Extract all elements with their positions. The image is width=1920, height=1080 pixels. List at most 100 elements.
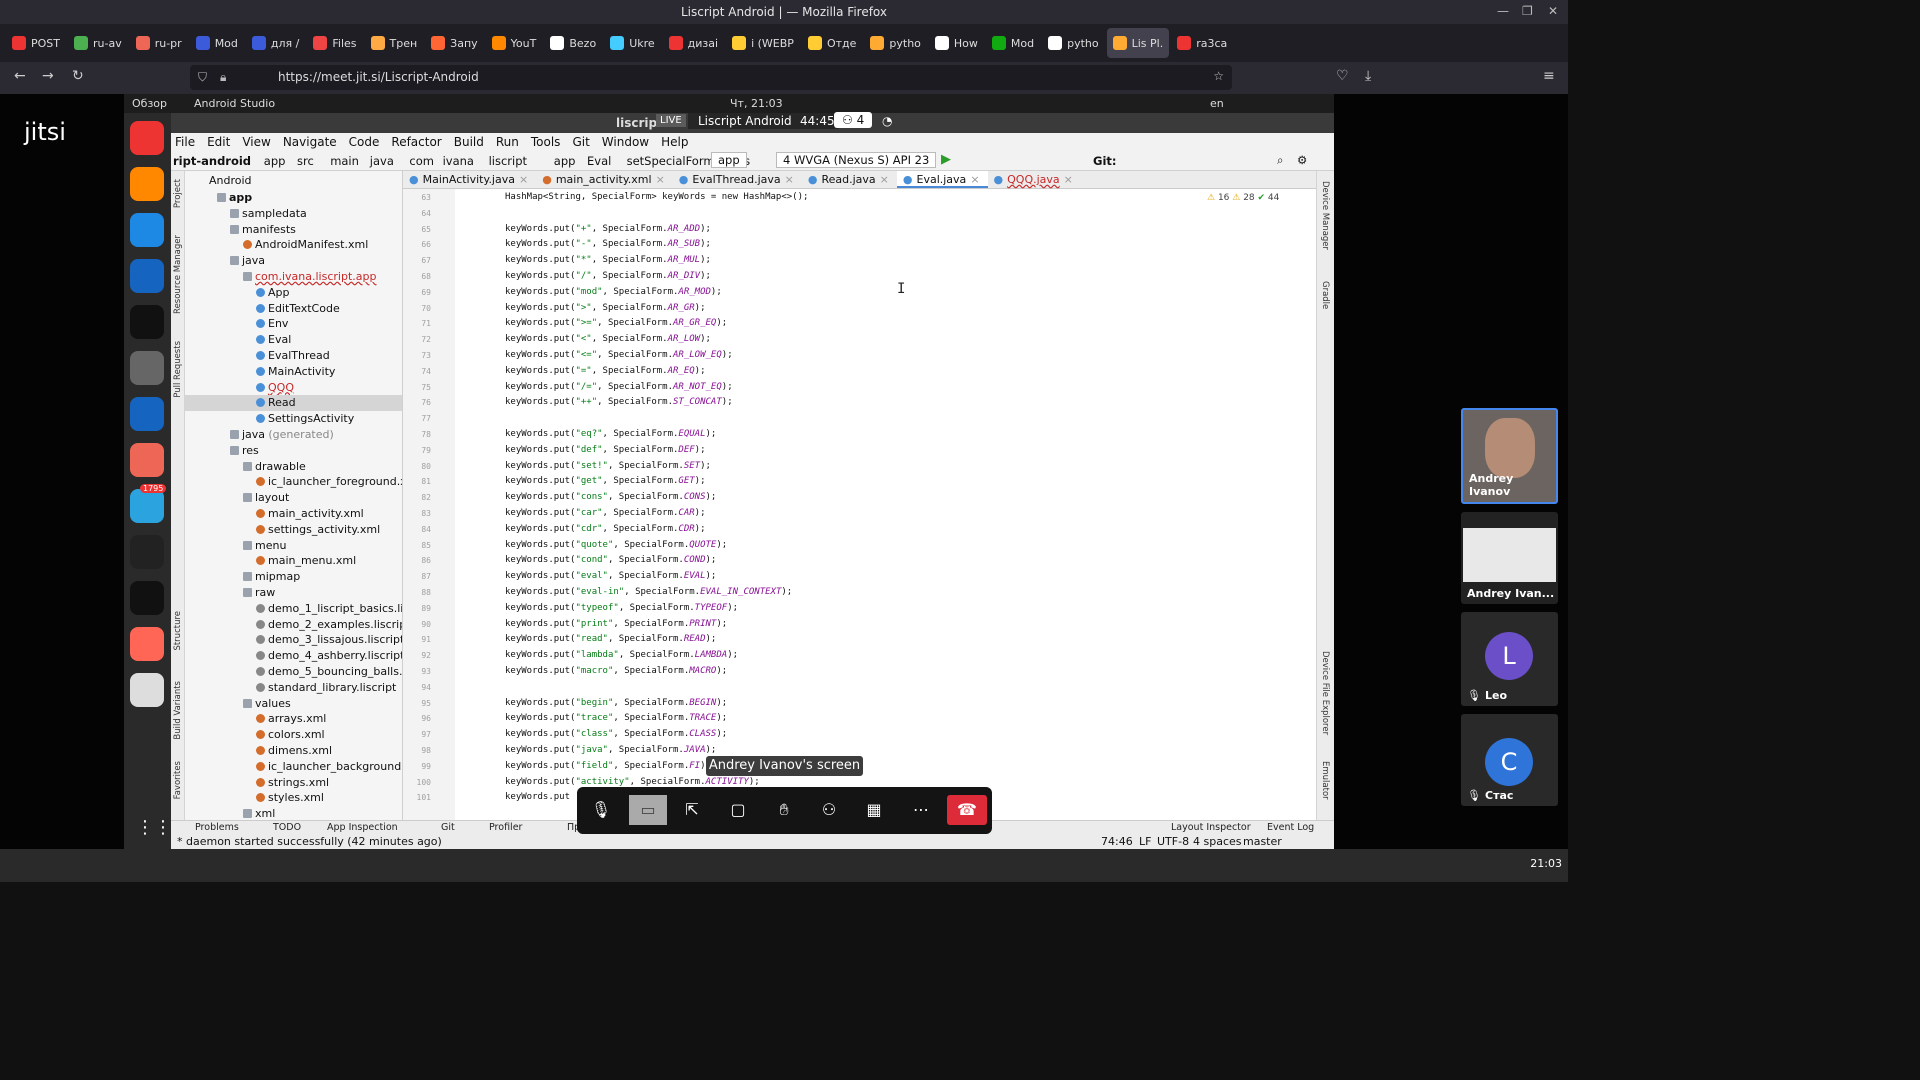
status-item[interactable]: master [1243,835,1282,848]
url-text[interactable]: https://meet.jit.si/Liscript-Android [278,70,479,84]
tree-item[interactable]: App [185,285,402,301]
tree-item[interactable]: main_activity.xml [185,506,402,522]
browser-tab[interactable]: How [929,28,984,58]
tree-item[interactable]: demo_2_examples.liscript [185,617,402,633]
dock-app-icon[interactable] [130,535,164,569]
editor-tab[interactable]: ● EvalThread.java × [673,171,802,188]
menu-item[interactable]: Code [349,135,380,149]
search-icon[interactable]: ⌕ [1277,153,1283,168]
participant-tile[interactable]: C Стас 🎙︎ [1461,714,1558,806]
dock-app-icon[interactable] [130,627,164,661]
bottom-tool-tab[interactable]: TODO [273,822,301,833]
dock-app-icon[interactable] [130,397,164,431]
settings-icon[interactable]: ⚙ [1297,153,1307,167]
run-config-select[interactable]: app [711,152,747,168]
code-line[interactable]: keyWords.put("lambda", SpecialForm.LAMBD… [505,648,738,664]
browser-tab[interactable]: Lis Pl. [1106,28,1170,58]
tree-item[interactable]: xml [185,806,402,820]
code-line[interactable]: keyWords.put [505,790,570,806]
tree-item[interactable]: Env [185,316,402,332]
tree-item[interactable]: Eval [185,332,402,348]
tree-item[interactable]: ic_launcher_background.xml [185,759,402,775]
browser-tab[interactable]: ru-pr [130,28,188,58]
tree-item[interactable]: java [185,253,402,269]
editor-tab[interactable]: ● main_activity.xml × [536,171,673,188]
status-item[interactable]: 74:46 [1101,835,1133,848]
bottom-tool-tab[interactable]: Git [441,822,455,833]
code-line[interactable]: keyWords.put("read", SpecialForm.READ); [505,632,716,648]
app-grid-icon[interactable]: ⋮⋮ [136,817,172,838]
tree-item[interactable]: res [185,443,402,459]
breadcrumb-item[interactable]: java [370,154,394,168]
editor-tab[interactable]: ● Eval.java × [896,171,988,188]
tree-item[interactable]: layout [185,490,402,506]
bookmark-star-icon[interactable]: ☆ [1213,69,1224,83]
status-item[interactable]: UTF-8 [1157,835,1189,848]
dock-app-icon[interactable] [130,259,164,293]
close-tab-icon[interactable]: × [880,173,889,188]
code-line[interactable]: keyWords.put("print", SpecialForm.PRINT)… [505,617,727,633]
back-icon[interactable]: ← [14,68,26,84]
pocket-icon[interactable]: ♡ [1336,68,1349,84]
code-line[interactable]: keyWords.put("get", SpecialForm.GET); [505,474,706,490]
minimize-icon[interactable]: — [1497,4,1509,18]
breadcrumb-item[interactable]: app [264,154,286,168]
code-line[interactable]: keyWords.put("set!", SpecialForm.SET); [505,459,711,475]
browser-tab[interactable]: ra3ca [1171,28,1233,58]
close-tab-icon[interactable]: × [656,173,665,188]
tool-window-tab[interactable]: Pull Requests [173,341,183,398]
menu-item[interactable]: Help [661,135,688,149]
breadcrumb-item[interactable]: ript-android [173,154,251,168]
tree-item[interactable]: ic_launcher_foreground.xml [185,474,402,490]
tile-view-icon[interactable]: ▦ [859,795,889,825]
bottom-tool-tab[interactable]: Profiler [489,822,522,833]
browser-tab[interactable]: дизаі [663,28,724,58]
browser-tab[interactable]: POST [6,28,66,58]
url-bar[interactable]: ⛉ 🔒︎ https://meet.jit.si/Liscript-Androi… [190,65,1232,90]
tree-item[interactable]: MainActivity [185,364,402,380]
maximize-icon[interactable]: ❐ [1522,4,1533,18]
code-line[interactable]: keyWords.put("eval", SpecialForm.EVAL); [505,569,716,585]
editor-tab[interactable]: ● QQQ.java × [988,171,1081,188]
breadcrumb-item[interactable]: src [297,154,314,168]
device-select[interactable]: 4 WVGA (Nexus S) API 23 [776,152,937,168]
dock-app-icon[interactable] [130,581,164,615]
inspection-widget[interactable]: ⚠ 16 ⚠ 28 ✔ 44 [1207,193,1279,203]
browser-tab[interactable]: YouT [486,28,543,58]
browser-tab[interactable]: Трен [365,28,424,58]
browser-tab[interactable]: pytho [1042,28,1105,58]
participants-icon[interactable]: ⚇ [814,795,844,825]
menu-item[interactable]: Edit [207,135,230,149]
tree-item[interactable]: values [185,696,402,712]
bottom-tool-tab[interactable]: Layout Inspector [1171,822,1251,833]
code-line[interactable]: keyWords.put("def", SpecialForm.DEF); [505,443,706,459]
dock-app-icon[interactable] [130,213,164,247]
share-screen-icon[interactable]: ⇱ [677,795,707,825]
code-line[interactable]: keyWords.put("/", SpecialForm.AR_DIV); [505,269,711,285]
tree-item[interactable]: styles.xml [185,790,402,806]
tree-item[interactable]: demo_1_liscript_basics.liscrip [185,601,402,617]
code-line[interactable]: keyWords.put("eq?", SpecialForm.EQUAL); [505,427,716,443]
editor-tab[interactable]: ● Read.java × [802,171,897,188]
breadcrumb-item[interactable]: app [554,154,576,168]
tree-item[interactable]: com.ivana.liscript.app [185,269,402,285]
tree-item[interactable]: dimens.xml [185,743,402,759]
breadcrumb-item[interactable]: Eval [587,154,611,168]
close-tab-icon[interactable]: × [970,173,979,186]
participant-tile[interactable]: Andrey Ivan... [1461,512,1558,604]
browser-tab[interactable]: ru-av [68,28,128,58]
tree-item[interactable]: AndroidManifest.xml [185,237,402,253]
tool-window-tab[interactable]: Project [173,179,183,208]
code-line[interactable]: keyWords.put("<=", SpecialForm.AR_LOW_EQ… [505,348,733,364]
browser-tab[interactable]: Bezo [544,28,602,58]
code-line[interactable]: keyWords.put("quote", SpecialForm.QUOTE)… [505,538,727,554]
code-line[interactable]: keyWords.put("=", SpecialForm.AR_EQ); [505,364,706,380]
activities-button[interactable]: Обзор [132,97,167,110]
browser-tab[interactable]: Mod [986,28,1040,58]
dock-app-icon[interactable] [130,167,164,201]
forward-icon[interactable]: → [42,68,54,84]
tool-window-tab[interactable]: Favorites [173,761,183,799]
menu-icon[interactable]: ≡ [1543,68,1555,84]
raise-hand-icon[interactable]: ✋︎ [769,795,799,825]
code-line[interactable]: keyWords.put("typeof", SpecialForm.TYPEO… [505,601,738,617]
